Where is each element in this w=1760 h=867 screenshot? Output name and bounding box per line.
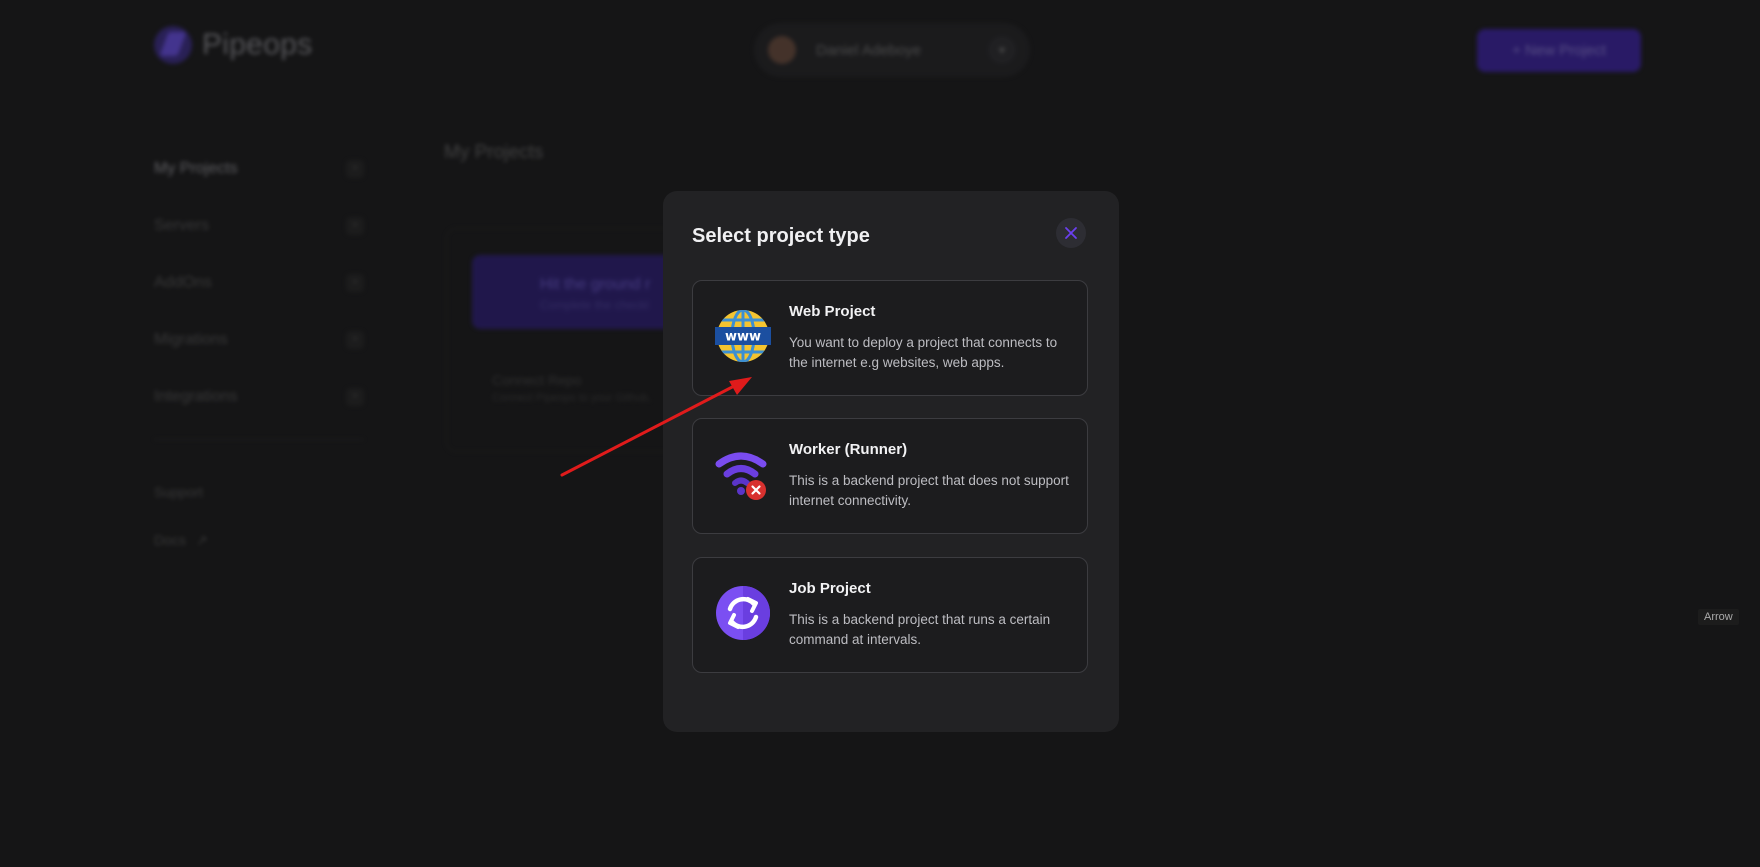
- logo-text: Pipeops: [202, 28, 313, 61]
- arrow-tooltip: Arrow: [1698, 609, 1739, 625]
- close-icon: [1065, 227, 1077, 239]
- sidebar-item-label: My Projects: [154, 159, 238, 177]
- banner-title: Hit the ground r: [540, 276, 651, 293]
- chevron-right-icon: >: [346, 216, 364, 235]
- sidebar-item-label: Migrations: [154, 330, 228, 348]
- sidebar-item-integrations[interactable]: Integrations >: [154, 368, 364, 425]
- sidebar-link-support[interactable]: Support: [154, 468, 364, 516]
- www-globe-icon: www: [715, 310, 771, 362]
- option-title: Web Project: [789, 303, 876, 320]
- external-link-icon: ↗: [195, 531, 208, 548]
- logo-icon: [154, 26, 192, 64]
- connect-repo-title[interactable]: Connect Repo: [492, 372, 582, 388]
- option-description: This is a backend project that does not …: [789, 473, 1069, 508]
- svg-text:www: www: [725, 330, 761, 345]
- sidebar-item-servers[interactable]: Servers >: [154, 197, 364, 254]
- option-web-project[interactable]: www Web Project You want to deploy a pro…: [692, 280, 1088, 396]
- sidebar-link-docs[interactable]: Docs ↗: [154, 516, 364, 564]
- option-description: This is a backend project that runs a ce…: [789, 612, 1051, 647]
- sidebar-item-my-projects[interactable]: My Projects >: [154, 140, 364, 197]
- chevron-right-icon: >: [346, 273, 364, 292]
- chevron-down-icon[interactable]: ▾: [988, 36, 1016, 64]
- page-title: My Projects: [444, 142, 544, 163]
- no-wifi-icon: [715, 452, 767, 500]
- sidebar-item-label: AddOns: [154, 273, 212, 291]
- select-project-type-modal: Select project type www Web Project You …: [663, 191, 1119, 732]
- option-description: You want to deploy a project that connec…: [789, 335, 1058, 370]
- chevron-right-icon: >: [346, 330, 364, 349]
- sidebar-item-migrations[interactable]: Migrations >: [154, 311, 364, 368]
- connect-repo-subtitle: Connect Pipeops to your Github,: [492, 392, 651, 404]
- docs-label: Docs: [154, 532, 186, 548]
- user-name: Daniel Adeboye: [816, 41, 922, 59]
- option-title: Job Project: [789, 580, 871, 597]
- modal-title: Select project type: [692, 225, 870, 247]
- avatar: [768, 36, 796, 64]
- sidebar-item-addons[interactable]: AddOns >: [154, 254, 364, 311]
- close-button[interactable]: [1056, 218, 1086, 248]
- option-job-project[interactable]: Job Project This is a backend project th…: [692, 557, 1088, 673]
- logo[interactable]: Pipeops: [154, 26, 313, 64]
- sidebar-divider: [154, 439, 364, 440]
- new-project-button[interactable]: + New Project: [1477, 29, 1641, 72]
- option-worker-runner[interactable]: Worker (Runner) This is a backend projec…: [692, 418, 1088, 534]
- sidebar-item-label: Servers: [154, 216, 210, 234]
- sidebar: My Projects > Servers > AddOns > Migrati…: [154, 140, 364, 564]
- chevron-right-icon: >: [346, 387, 364, 406]
- option-title: Worker (Runner): [789, 441, 908, 458]
- banner-subtitle: Complete the checkl: [540, 298, 649, 312]
- sidebar-item-label: Integrations: [154, 387, 238, 405]
- sync-icon: [716, 586, 770, 640]
- chevron-right-icon: >: [346, 159, 364, 178]
- user-menu[interactable]: Daniel Adeboye ▾: [754, 23, 1030, 77]
